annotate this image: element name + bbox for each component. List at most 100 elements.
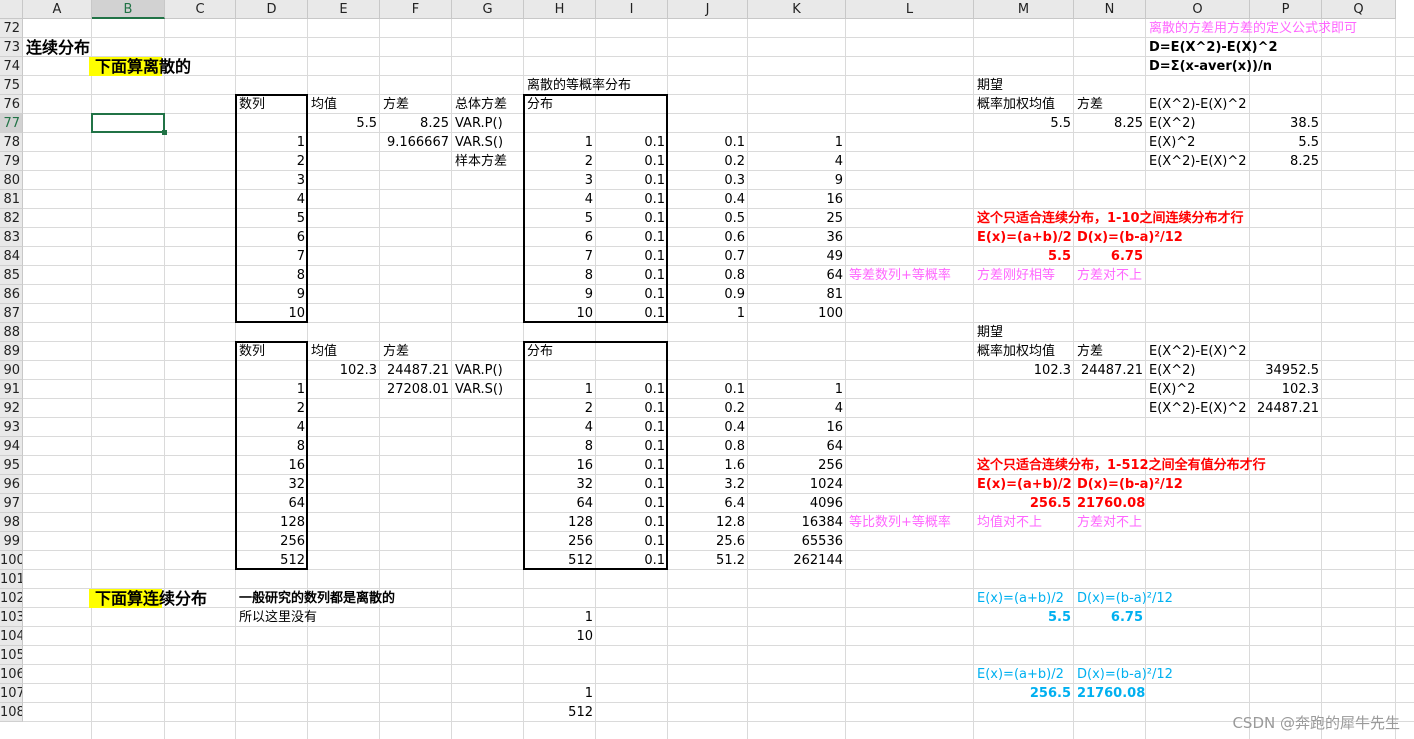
cell-d83[interactable]: 6 — [236, 228, 308, 247]
cell-h78[interactable]: 1 — [524, 133, 596, 152]
row-header-84[interactable]: 84 — [0, 247, 23, 266]
cell-d103[interactable]: 所以这里没有 — [236, 608, 320, 627]
row-header-103[interactable]: 103 — [0, 608, 23, 627]
cell-g76[interactable]: 总体方差 — [452, 95, 510, 114]
cell-k80[interactable]: 9 — [748, 171, 846, 190]
cell-k79[interactable]: 4 — [748, 152, 846, 171]
column-header-j[interactable]: J — [668, 0, 748, 19]
cell-g79[interactable]: 样本方差 — [452, 152, 510, 171]
cell-m98[interactable]: 均值对不上 — [974, 513, 1045, 532]
row-header-104[interactable]: 104 — [0, 627, 23, 646]
cell-o77[interactable]: E(X^2) — [1146, 114, 1198, 133]
select-all-corner[interactable] — [0, 0, 23, 19]
cell-h86[interactable]: 9 — [524, 285, 596, 304]
cell-j95[interactable]: 1.6 — [668, 456, 748, 475]
cell-n89[interactable]: 方差 — [1074, 342, 1106, 361]
row-header-94[interactable]: 94 — [0, 437, 23, 456]
cell-d86[interactable]: 9 — [236, 285, 308, 304]
cell-d102[interactable]: 一般研究的数列都是离散的 — [236, 589, 398, 608]
cell-k99[interactable]: 65536 — [748, 532, 846, 551]
cell-b102[interactable]: 下面算连续分布 — [89, 589, 210, 608]
cell-i87[interactable]: 0.1 — [596, 304, 668, 323]
cell-g90[interactable]: VAR.P() — [452, 361, 506, 380]
row-header-90[interactable]: 90 — [0, 361, 23, 380]
cell-h81[interactable]: 4 — [524, 190, 596, 209]
cell-i92[interactable]: 0.1 — [596, 399, 668, 418]
row-header-105[interactable]: 105 — [0, 646, 23, 665]
cell-n106[interactable]: D(x)=(b-a)²/12 — [1074, 665, 1176, 684]
cell-n102[interactable]: D(x)=(b-a)²/12 — [1074, 589, 1176, 608]
cell-h100[interactable]: 512 — [524, 551, 596, 570]
cell-h79[interactable]: 2 — [524, 152, 596, 171]
cell-h97[interactable]: 64 — [524, 494, 596, 513]
cell-j86[interactable]: 0.9 — [668, 285, 748, 304]
cell-f77[interactable]: 8.25 — [380, 114, 452, 133]
column-header-d[interactable]: D — [236, 0, 308, 19]
column-header-o[interactable]: O — [1146, 0, 1250, 19]
cell-m102[interactable]: E(x)=(a+b)/2 — [974, 589, 1067, 608]
spreadsheet-grid[interactable]: ABCDEFGHIJKLMNOPQ 72 73 74 75 76 77 78 79 80 81 82… — [0, 0, 1414, 739]
row-header-97[interactable]: 97 — [0, 494, 23, 513]
row-header-92[interactable]: 92 — [0, 399, 23, 418]
column-header-p[interactable]: P — [1250, 0, 1322, 19]
cell-h104[interactable]: 10 — [524, 627, 596, 646]
cell-n76[interactable]: 方差 — [1074, 95, 1106, 114]
cell-o91[interactable]: E(X)^2 — [1146, 380, 1198, 399]
cell-n84[interactable]: 6.75 — [1074, 247, 1146, 266]
cell-p78[interactable]: 5.5 — [1250, 133, 1322, 152]
cell-i81[interactable]: 0.1 — [596, 190, 668, 209]
cell-n107[interactable]: 21760.08 — [1074, 684, 1146, 703]
cell-o78[interactable]: E(X)^2 — [1146, 133, 1198, 152]
column-header-n[interactable]: N — [1074, 0, 1146, 19]
cell-o72[interactable]: 离散的方差用方差的定义公式求即可 — [1146, 19, 1360, 38]
cell-h85[interactable]: 8 — [524, 266, 596, 285]
cell-k81[interactable]: 16 — [748, 190, 846, 209]
cell-n98[interactable]: 方差对不上 — [1074, 513, 1145, 532]
cell-d82[interactable]: 5 — [236, 209, 308, 228]
cell-h82[interactable]: 5 — [524, 209, 596, 228]
cell-h92[interactable]: 2 — [524, 399, 596, 418]
cell-k84[interactable]: 49 — [748, 247, 846, 266]
column-header-i[interactable]: I — [596, 0, 668, 19]
cell-n103[interactable]: 6.75 — [1074, 608, 1146, 627]
cell-o76[interactable]: E(X^2)-E(X)^2 — [1146, 95, 1250, 114]
row-header-88[interactable]: 88 — [0, 323, 23, 342]
cell-j97[interactable]: 6.4 — [668, 494, 748, 513]
cell-i82[interactable]: 0.1 — [596, 209, 668, 228]
cell-p79[interactable]: 8.25 — [1250, 152, 1322, 171]
cell-m107[interactable]: 256.5 — [974, 684, 1074, 703]
cell-j82[interactable]: 0.5 — [668, 209, 748, 228]
cell-d87[interactable]: 10 — [236, 304, 308, 323]
cell-h89[interactable]: 分布 — [524, 342, 556, 361]
cell-m75[interactable]: 期望 — [974, 76, 1006, 95]
cell-m96[interactable]: E(x)=(a+b)/2 — [974, 475, 1075, 494]
cell-j79[interactable]: 0.2 — [668, 152, 748, 171]
cell-d94[interactable]: 8 — [236, 437, 308, 456]
cell-k93[interactable]: 16 — [748, 418, 846, 437]
cell-p77[interactable]: 38.5 — [1250, 114, 1322, 133]
cell-i78[interactable]: 0.1 — [596, 133, 668, 152]
row-header-72[interactable]: 72 — [0, 19, 23, 38]
cell-o90[interactable]: E(X^2) — [1146, 361, 1198, 380]
row-header-77[interactable]: 77 — [0, 114, 23, 133]
row-header-80[interactable]: 80 — [0, 171, 23, 190]
row-header-101[interactable]: 101 — [0, 570, 23, 589]
row-header-95[interactable]: 95 — [0, 456, 23, 475]
row-header-73[interactable]: 73 — [0, 38, 23, 57]
cell-p92[interactable]: 24487.21 — [1250, 399, 1322, 418]
row-header-76[interactable]: 76 — [0, 95, 23, 114]
cell-l85[interactable]: 等差数列+等概率 — [846, 266, 954, 285]
selected-cell-border[interactable] — [91, 113, 165, 133]
cell-k85[interactable]: 64 — [748, 266, 846, 285]
cell-h95[interactable]: 16 — [524, 456, 596, 475]
cell-d96[interactable]: 32 — [236, 475, 308, 494]
cell-d81[interactable]: 4 — [236, 190, 308, 209]
cell-d89[interactable]: 数列 — [236, 342, 268, 361]
column-header-g[interactable]: G — [452, 0, 524, 19]
cell-k100[interactable]: 262144 — [748, 551, 846, 570]
cell-k95[interactable]: 256 — [748, 456, 846, 475]
cell-a73[interactable]: 连续分布 — [23, 38, 93, 57]
cell-p91[interactable]: 102.3 — [1250, 380, 1322, 399]
cell-j87[interactable]: 1 — [668, 304, 748, 323]
column-header-c[interactable]: C — [165, 0, 236, 19]
